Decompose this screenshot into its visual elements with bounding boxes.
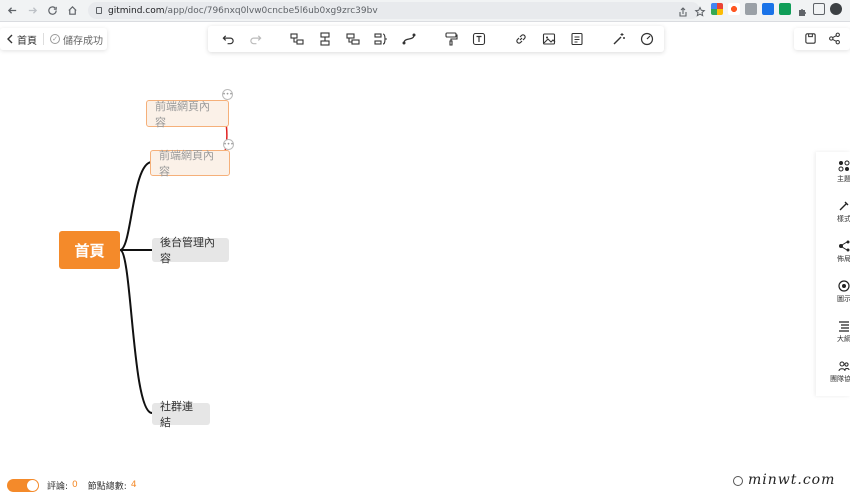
back-arrow-icon[interactable] <box>4 3 20 19</box>
top-right-actions <box>794 28 850 50</box>
comment-count: 0 <box>72 480 78 490</box>
text-icon[interactable] <box>472 32 486 46</box>
profile-avatar-icon[interactable] <box>830 3 842 15</box>
url-path: /app/doc/796nxq0lvw0cncbe5l6ub0xg9zrc39b… <box>164 5 378 16</box>
share-icon[interactable] <box>677 3 689 17</box>
connector-to-frontend <box>119 161 153 251</box>
save-status-label: 儲存成功 <box>63 35 103 47</box>
magic-icon[interactable] <box>612 32 626 46</box>
panel-item-label: 團隊協作 <box>830 375 850 383</box>
lock-icon <box>96 7 102 14</box>
connector-lines <box>119 107 228 414</box>
watermark: minwt.com <box>748 472 836 488</box>
extension-green-icon[interactable] <box>779 3 791 15</box>
sidebar-toggle-icon[interactable] <box>813 3 825 15</box>
url-host: gitmind.com <box>108 5 165 16</box>
note-icon[interactable] <box>570 32 584 46</box>
panel-item-icons[interactable]: 圖示 <box>816 272 850 312</box>
undo-icon[interactable] <box>222 32 235 46</box>
comment-toggle[interactable] <box>7 478 39 492</box>
add-child-icon[interactable] <box>290 32 304 46</box>
panel-item-label: 佈局 <box>837 255 850 263</box>
image-icon[interactable] <box>542 32 556 46</box>
toggle-knob <box>27 479 38 491</box>
check-circle-icon: ✓ <box>50 34 60 44</box>
root-node[interactable]: 首頁 <box>59 231 120 269</box>
ghost-node[interactable]: 前端網頁內容 <box>146 100 229 129</box>
add-parent-icon[interactable] <box>346 32 360 46</box>
browser-toolbar: gitmind.com/app/doc/796nxq0lvw0cncbe5l6u… <box>0 0 850 22</box>
chevron-left-icon <box>7 34 13 44</box>
back-label: 首頁 <box>17 35 37 47</box>
panel-item-label: 樣式 <box>837 215 850 223</box>
extension-color-icon[interactable] <box>728 3 740 15</box>
icon-library-icon <box>838 280 850 292</box>
child-node-backend[interactable]: 後台管理內容 <box>152 236 229 265</box>
address-bar[interactable]: gitmind.com/app/doc/796nxq0lvw0cncbe5l6u… <box>88 2 700 19</box>
outline-icon <box>839 321 849 332</box>
mindmap-canvas[interactable]: 前端網頁內容 ••• 首頁 前端網頁內容 ••• 後台管理內容 社群連結 <box>0 22 850 497</box>
panel-item-label: 大綱 <box>837 335 850 343</box>
panel-item-style[interactable]: 樣式 <box>816 192 850 232</box>
more-options-icon[interactable]: ••• <box>222 89 233 100</box>
team-icon <box>838 361 850 372</box>
puzzle-icon[interactable] <box>796 3 808 16</box>
style-icon <box>839 201 849 211</box>
panel-item-theme[interactable]: 主題 <box>816 152 850 192</box>
panel-item-label: 主題 <box>837 175 850 183</box>
panel-item-team[interactable]: 團隊協作 <box>816 352 850 392</box>
theme-icon[interactable] <box>640 32 654 46</box>
relation-icon[interactable] <box>402 32 416 46</box>
comment-label: 評論: <box>47 481 69 492</box>
format-painter-icon[interactable] <box>444 32 458 46</box>
forward-arrow-icon[interactable] <box>24 3 40 19</box>
extension-gray-icon[interactable] <box>745 3 757 15</box>
right-side-panel: 主題 樣式 佈局 圖示 大綱 團隊協作 <box>816 152 850 396</box>
share-icon[interactable] <box>828 30 841 49</box>
edit-toolbar <box>208 26 664 52</box>
child-node-frontend[interactable]: 前端網頁內容 <box>150 149 230 178</box>
panel-item-layout[interactable]: 佈局 <box>816 232 850 272</box>
gitmind-editor: 前端網頁內容 ••• 首頁 前端網頁內容 ••• 後台管理內容 社群連結 首頁 … <box>0 22 850 497</box>
status-footer: 評論: 0 節點總數: 4 <box>7 478 137 492</box>
divider <box>43 33 44 45</box>
node-count: 4 <box>130 480 137 490</box>
theme-icon <box>838 160 850 172</box>
home-icon[interactable] <box>64 3 80 19</box>
panel-item-label: 圖示 <box>837 295 850 303</box>
child-node-social[interactable]: 社群連結 <box>152 400 210 429</box>
summary-icon[interactable] <box>374 32 388 46</box>
save-icon[interactable] <box>804 30 817 49</box>
extension-blue-icon[interactable] <box>762 3 774 15</box>
zoom-icon[interactable] <box>733 476 743 486</box>
panel-item-outline[interactable]: 大綱 <box>816 312 850 352</box>
add-sibling-icon[interactable] <box>318 32 332 46</box>
node-count-label: 節點總數: <box>87 481 127 492</box>
link-icon[interactable] <box>514 32 528 46</box>
browser-extensions <box>677 3 842 17</box>
layout-icon <box>839 240 850 252</box>
more-options-icon[interactable]: ••• <box>223 139 234 150</box>
bookmark-star-icon[interactable] <box>694 3 706 17</box>
save-status: ✓ 儲存成功 <box>50 32 103 47</box>
redo-icon[interactable] <box>249 32 262 46</box>
reload-icon[interactable] <box>44 3 60 19</box>
back-home-button[interactable]: 首頁 ✓ 儲存成功 <box>0 28 107 50</box>
connector-to-social <box>119 249 153 414</box>
extension-google-icon[interactable] <box>711 3 723 15</box>
